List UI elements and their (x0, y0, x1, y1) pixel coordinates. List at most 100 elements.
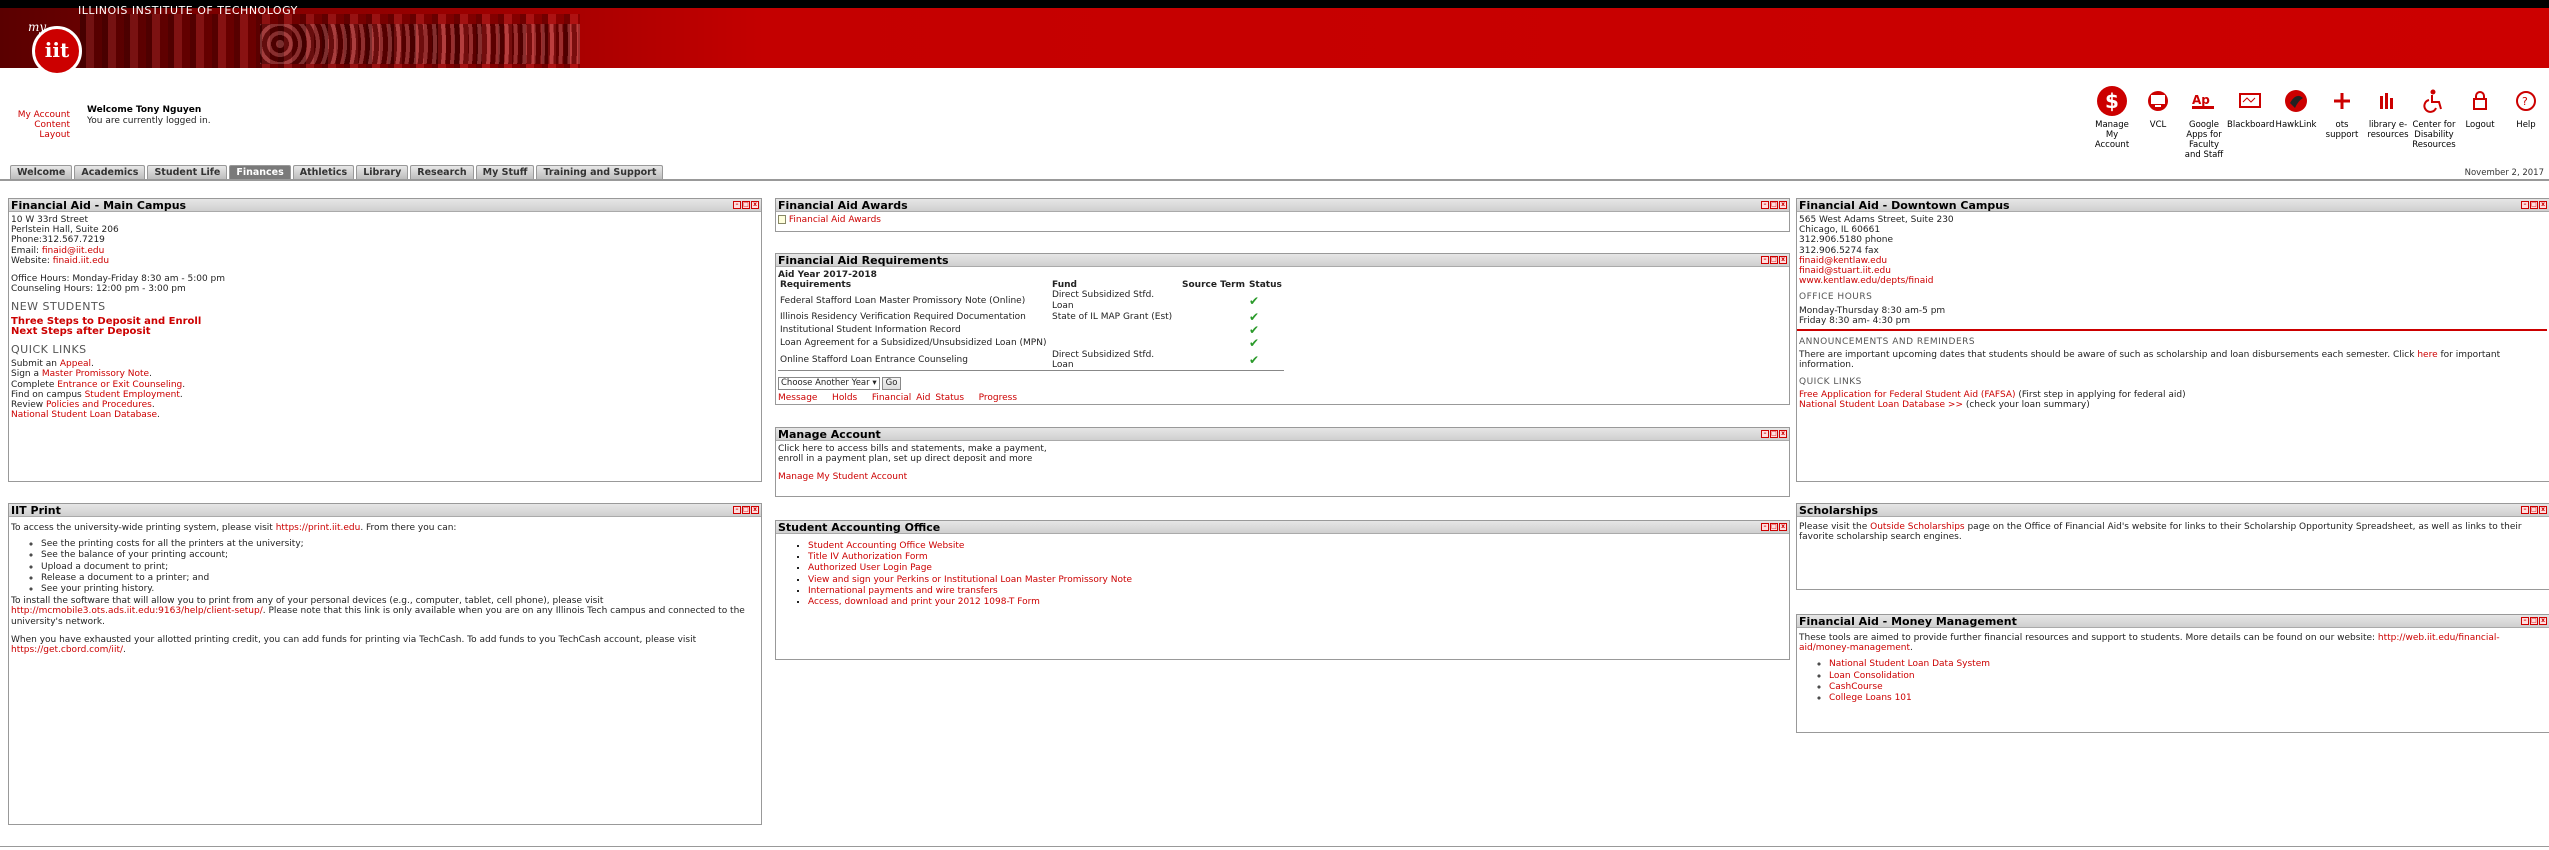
manage-my-account-tool[interactable]: $ Manage My Account (2089, 86, 2135, 156)
international-payments-link[interactable]: International payments and wire transfer… (808, 586, 998, 596)
minimize-icon[interactable]: – (1761, 256, 1769, 264)
google-apps-tool[interactable]: Ap Google Apps for Faculty and Staff (2181, 86, 2227, 160)
close-icon[interactable]: x (1779, 523, 1787, 531)
disability-resources-tool[interactable]: Center for Disability Resources (2411, 86, 2457, 156)
portlet-body: 565 West Adams Street, Suite 230 Chicago… (1797, 212, 2549, 413)
college-loans-link[interactable]: College Loans 101 (1829, 693, 1912, 703)
kentlaw-finaid-web-link[interactable]: www.kentlaw.edu/depts/finaid (1799, 276, 1934, 286)
minimize-icon[interactable]: – (733, 201, 741, 209)
minimize-icon[interactable]: – (2521, 201, 2529, 209)
minimize-icon[interactable]: – (1761, 430, 1769, 438)
portlet-body: 10 W 33rd Street Perlstein Hall, Suite 2… (9, 212, 761, 423)
tab-welcome[interactable]: Welcome (10, 165, 73, 179)
loan-consolidation-link[interactable]: Loan Consolidation (1829, 671, 1915, 681)
fafsa-link[interactable]: Free Application for Federal Student Aid… (1799, 390, 2016, 400)
minimize-icon[interactable]: – (1761, 523, 1769, 531)
counseling-hours-text: Counseling Hours: 12:00 pm - 3:00 pm (11, 284, 186, 295)
maximize-icon[interactable]: □ (2530, 506, 2538, 514)
next-steps-link[interactable]: Next Steps after Deposit (11, 326, 151, 337)
content-layout-link[interactable]: Content Layout (10, 120, 70, 140)
outside-scholarships-link[interactable]: Outside Scholarships (1870, 522, 1965, 532)
close-icon[interactable]: x (1779, 201, 1787, 209)
minimize-icon[interactable]: – (733, 506, 741, 514)
sao-website-link[interactable]: Student Accounting Office Website (808, 541, 964, 551)
tab-student-life[interactable]: Student Life (147, 165, 228, 179)
column-header: Requirements (780, 280, 852, 291)
perkins-mpn-link[interactable]: View and sign your Perkins or Institutio… (808, 575, 1132, 585)
my-account-link[interactable]: My Account (10, 110, 70, 120)
close-icon[interactable]: x (1779, 430, 1787, 438)
close-icon[interactable]: x (2539, 506, 2547, 514)
minimize-icon[interactable]: – (1761, 201, 1769, 209)
ots-support-tool[interactable]: ots support (2319, 86, 2365, 156)
text: (First step in applying for federal aid) (2015, 389, 2186, 400)
cashcourse-link[interactable]: CashCourse (1829, 682, 1883, 692)
go-button[interactable]: Go (881, 377, 902, 391)
close-icon[interactable]: x (1779, 256, 1787, 264)
client-setup-link[interactable]: http://mcmobile3.ots.ads.iit.edu:9163/he… (11, 606, 263, 616)
close-icon[interactable]: x (751, 506, 759, 514)
library-eresources-tool[interactable]: library e-resources (2365, 86, 2411, 156)
portlet-controls: – □ x (1761, 256, 1787, 264)
nsld-system-link[interactable]: National Student Loan Data System (1829, 659, 1990, 669)
help-tool[interactable]: ? Help (2503, 86, 2549, 156)
authorized-user-link[interactable]: Authorized User Login Page (808, 563, 932, 573)
hawklink-tool[interactable]: HawkLink (2273, 86, 2319, 156)
techcash-link[interactable]: https://get.cbord.com/iit/ (11, 645, 123, 655)
maximize-icon[interactable]: □ (1770, 201, 1778, 209)
1098t-link[interactable]: Access, download and print your 2012 109… (808, 597, 1040, 607)
policies-link[interactable]: Policies and Procedures (46, 400, 152, 410)
close-icon[interactable]: x (2539, 201, 2547, 209)
tab-my-stuff[interactable]: My Stuff (475, 165, 535, 179)
tool-label: HawkLink (2275, 120, 2317, 130)
tab-athletics[interactable]: Athletics (292, 165, 355, 179)
manage-student-account-link[interactable]: Manage My Student Account (778, 472, 907, 482)
close-icon[interactable]: x (751, 201, 759, 209)
maximize-icon[interactable]: □ (742, 506, 750, 514)
text: Please visit the (1799, 522, 1871, 532)
year-select[interactable]: Choose Another Year ▾ (778, 377, 880, 391)
mpn-link[interactable]: Master Promissory Note (42, 369, 149, 379)
tab-training-support[interactable]: Training and Support (536, 165, 664, 179)
minimize-icon[interactable]: – (2521, 506, 2529, 514)
print-site-link[interactable]: https://print.iit.edu (276, 523, 361, 533)
maximize-icon[interactable]: □ (2530, 201, 2538, 209)
table-row: Institutional Student Information Record… (778, 324, 1284, 337)
text: To install the software that will allow … (11, 596, 604, 607)
maximize-icon[interactable]: □ (1770, 430, 1778, 438)
announcements-heading: ANNOUNCEMENTS AND REMINDERS (1799, 337, 1976, 348)
counseling-link[interactable]: Entrance or Exit Counseling (57, 380, 182, 390)
tab-academics[interactable]: Academics (74, 165, 146, 179)
announcement-here-link[interactable]: here (2417, 350, 2437, 360)
maximize-icon[interactable]: □ (1770, 256, 1778, 264)
google-apps-icon: Ap (2189, 86, 2219, 116)
fa-awards-link[interactable]: Financial Aid Awards (789, 215, 881, 225)
kentlaw-email-link[interactable]: finaid@kentlaw.edu (1799, 256, 1887, 266)
tab-research[interactable]: Research (410, 165, 474, 179)
portlet-title: Student Accounting Office (778, 521, 941, 534)
maximize-icon[interactable]: □ (742, 201, 750, 209)
nsld-link[interactable]: National Student Loan Database (11, 410, 157, 420)
close-icon[interactable]: x (2539, 617, 2547, 625)
message-link[interactable]: Message (778, 393, 817, 403)
maximize-icon[interactable]: □ (2530, 617, 2538, 625)
holds-link[interactable]: Holds (832, 393, 857, 403)
progress-link[interactable]: Progress (979, 393, 1017, 403)
fa-status-link[interactable]: Financial Aid Status (872, 393, 964, 403)
student-employment-link[interactable]: Student Employment (85, 390, 180, 400)
nsld-link[interactable]: National Student Loan Database >> (1799, 400, 1963, 410)
title-iv-link[interactable]: Title IV Authorization Form (808, 552, 928, 562)
maximize-icon[interactable]: □ (1770, 523, 1778, 531)
appeal-link[interactable]: Appeal (60, 359, 91, 369)
minimize-icon[interactable]: – (2521, 617, 2529, 625)
website-link[interactable]: finaid.iit.edu (53, 256, 109, 266)
vcl-tool[interactable]: VCL (2135, 86, 2181, 156)
tab-library[interactable]: Library (356, 165, 409, 179)
portlet-fa-requirements: Financial Aid Requirements – □ x Aid Year … (775, 253, 1790, 405)
blackboard-tool[interactable]: Blackboard (2227, 86, 2275, 156)
portlet-scholarships: Scholarships – □ x Please visit the Outsid… (1796, 503, 2549, 590)
tab-finances[interactable]: Finances (229, 165, 291, 179)
email-link[interactable]: finaid@iit.edu (42, 246, 104, 256)
stuart-email-link[interactable]: finaid@stuart.iit.edu (1799, 266, 1891, 276)
logout-tool[interactable]: Logout (2457, 86, 2503, 156)
